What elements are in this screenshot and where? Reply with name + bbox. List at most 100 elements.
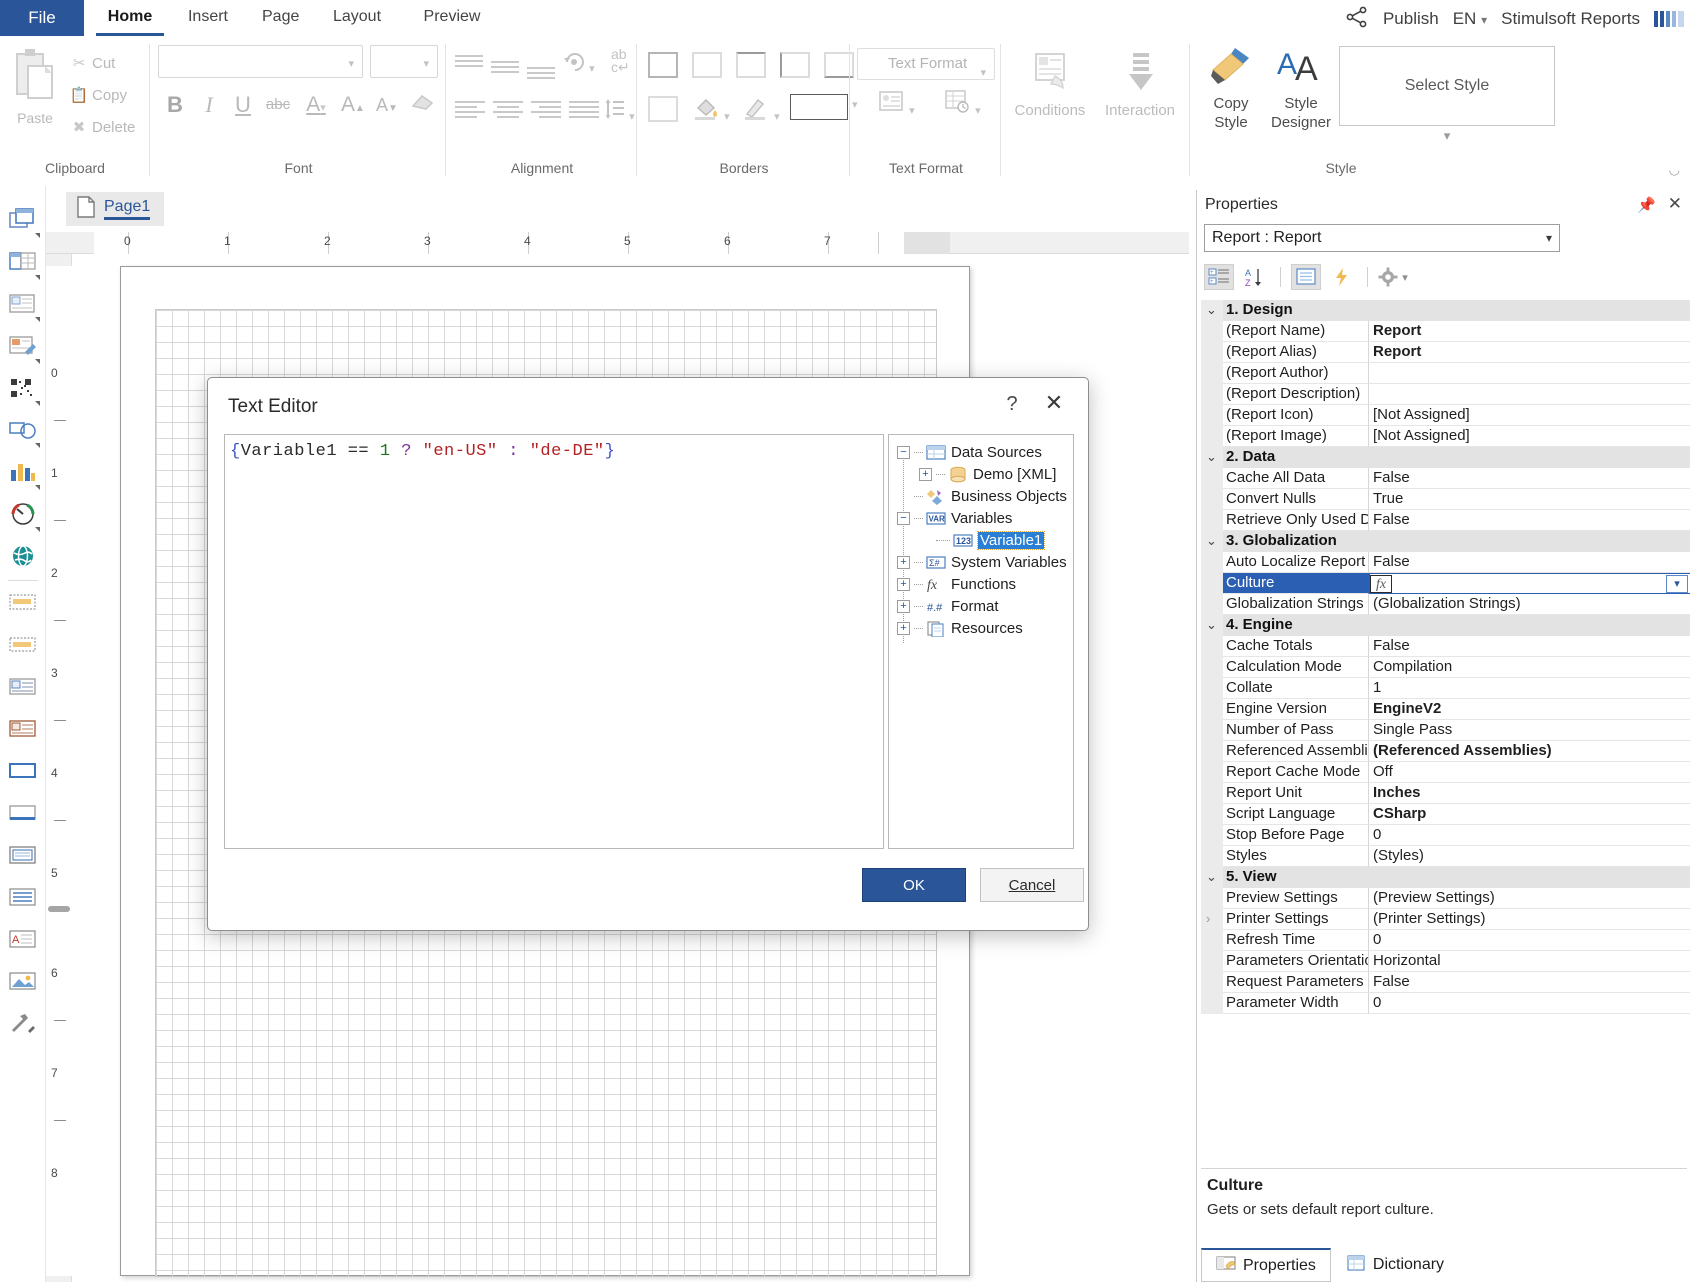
chevron-down-icon[interactable]: ⌄	[1206, 302, 1217, 318]
property-value[interactable]: Report	[1369, 342, 1690, 363]
clear-formatting-button[interactable]	[407, 88, 439, 122]
align-middle-button[interactable]	[491, 58, 519, 76]
categorized-button[interactable]: ++	[1204, 264, 1234, 290]
tree-item-functions[interactable]: + fx Functions	[897, 573, 1016, 595]
close-icon[interactable]: ✕	[1040, 390, 1068, 418]
fill-color-button[interactable]: ▾	[692, 94, 730, 124]
expand-icon[interactable]: +	[919, 468, 932, 481]
grow-font-button[interactable]: A▲	[339, 88, 367, 122]
strikeout-button[interactable]: abc	[263, 88, 293, 122]
tab-home[interactable]: Home	[96, 0, 164, 36]
property-value[interactable]: Off	[1369, 762, 1690, 783]
shrink-font-button[interactable]: A▼	[373, 88, 401, 122]
property-row[interactable]: (Report Author)	[1201, 363, 1690, 384]
tab-preview[interactable]: Preview	[410, 0, 494, 36]
font-color-button[interactable]: A▾	[297, 88, 335, 122]
property-row[interactable]: Parameter Width0	[1201, 993, 1690, 1014]
chart-icon[interactable]	[9, 460, 37, 488]
word-wrap-button[interactable]: abc↵	[611, 48, 630, 74]
select-style-gallery[interactable]: Select Style	[1339, 46, 1555, 126]
property-category-row[interactable]: ⌄5. View	[1201, 867, 1690, 888]
property-row[interactable]: Refresh Time0	[1201, 930, 1690, 951]
property-value[interactable]: (Globalization Strings)	[1369, 594, 1690, 615]
chevron-down-icon[interactable]: ⌄	[1206, 869, 1217, 885]
property-value[interactable]: Inches	[1369, 783, 1690, 804]
cross-tab-icon[interactable]	[9, 292, 37, 320]
page-icon[interactable]	[9, 208, 37, 236]
property-row[interactable]: Preview Settings(Preview Settings)	[1201, 888, 1690, 909]
shape-icon[interactable]	[9, 418, 37, 446]
tab-file[interactable]: File	[0, 0, 84, 36]
border-all-button[interactable]	[648, 52, 678, 78]
group-header-icon[interactable]	[9, 718, 37, 746]
property-value[interactable]: 0	[1369, 930, 1690, 951]
property-value[interactable]: False	[1369, 636, 1690, 657]
property-row[interactable]: (Report Icon)[Not Assigned]	[1201, 405, 1690, 426]
border-none-button[interactable]	[692, 52, 722, 78]
pin-icon[interactable]: 📌	[1637, 196, 1656, 214]
table-icon[interactable]	[9, 250, 37, 278]
property-row[interactable]: (Report Alias)Report	[1201, 342, 1690, 363]
chevron-down-icon[interactable]: ⌄	[1206, 533, 1217, 549]
ok-button[interactable]: OK	[862, 868, 966, 902]
underline-button[interactable]: U	[229, 88, 257, 122]
style-gallery-expand-icon[interactable]: ▾	[1339, 128, 1555, 144]
property-value[interactable]: (Referenced Assemblies)	[1369, 741, 1690, 762]
property-value[interactable]: EngineV2	[1369, 699, 1690, 720]
line-spacing-button[interactable]: ▾	[605, 98, 635, 124]
image-icon[interactable]	[9, 970, 37, 998]
property-row[interactable]: (Report Description)	[1201, 384, 1690, 405]
property-row[interactable]: Retrieve Only Used DataFalse	[1201, 510, 1690, 531]
chevron-down-icon[interactable]: ⌄	[1206, 449, 1217, 465]
options-gear-button[interactable]: ▾	[1378, 264, 1408, 290]
property-value[interactable]: 1	[1369, 678, 1690, 699]
interaction-button[interactable]: Interaction	[1098, 50, 1182, 119]
border-top-button[interactable]	[736, 52, 766, 78]
copy-style-button[interactable]: Copy Style	[1195, 44, 1267, 132]
paste-button[interactable]: Paste	[8, 46, 62, 126]
property-value[interactable]: (Preview Settings)	[1369, 888, 1690, 909]
tools-icon[interactable]	[9, 1012, 37, 1040]
sub-report-icon[interactable]	[9, 844, 37, 872]
data-band-icon[interactable]	[9, 676, 37, 704]
expand-icon[interactable]: +	[897, 600, 910, 613]
properties-grid[interactable]: ⌄1. Design(Report Name)Report(Report Ali…	[1201, 300, 1690, 1155]
panel-icon[interactable]	[9, 760, 37, 788]
expression-fx-icon[interactable]: fx	[1370, 575, 1392, 593]
border-left-button[interactable]	[780, 52, 810, 78]
chevron-down-icon[interactable]: ⌄	[1206, 617, 1217, 633]
property-row[interactable]: Engine VersionEngineV2	[1201, 699, 1690, 720]
property-category-row[interactable]: ⌄1. Design	[1201, 300, 1690, 321]
property-row[interactable]: Number of PassSingle Pass	[1201, 720, 1690, 741]
text-lines-icon[interactable]	[9, 886, 37, 914]
property-value[interactable]: (Styles)	[1369, 846, 1690, 867]
font-size-input[interactable]: ▾	[370, 45, 438, 78]
vruler-scroll-thumb[interactable]	[48, 906, 70, 912]
style-designer-button[interactable]: AA Style Designer	[1265, 44, 1337, 132]
footer-band-icon[interactable]	[9, 634, 37, 662]
property-row[interactable]: Script LanguageCSharp	[1201, 804, 1690, 825]
page-tab-page1[interactable]: Page1	[66, 192, 164, 226]
property-row[interactable]: Referenced Assemblies(Referenced Assembl…	[1201, 741, 1690, 762]
border-shadow-button[interactable]	[648, 96, 678, 122]
align-center-button[interactable]	[493, 98, 523, 121]
expand-icon[interactable]: +	[897, 622, 910, 635]
property-value[interactable]: 0	[1369, 993, 1690, 1014]
property-row[interactable]: Report Cache ModeOff	[1201, 762, 1690, 783]
property-row[interactable]: ›Printer Settings(Printer Settings)	[1201, 909, 1690, 930]
tab-page[interactable]: Page	[252, 0, 308, 36]
properties-view-button[interactable]	[1291, 264, 1321, 290]
conditional-format-button[interactable]: ▾	[877, 88, 915, 118]
property-value[interactable]: Compilation	[1369, 657, 1690, 678]
alphabetical-sort-button[interactable]: AZ	[1240, 264, 1270, 290]
expression-editor[interactable]: {Variable1 == 1 ? "en-US" : "de-DE"}	[224, 434, 884, 849]
property-row[interactable]: (Report Name)Report	[1201, 321, 1690, 342]
publish-button[interactable]: Publish	[1383, 9, 1439, 29]
expand-icon[interactable]: +	[897, 556, 910, 569]
collapse-icon[interactable]: −	[897, 512, 910, 525]
property-value[interactable]: [Not Assigned]	[1369, 426, 1690, 447]
property-row[interactable]: Request ParametersFalse	[1201, 972, 1690, 993]
property-row[interactable]: Parameters OrientationHorizontal	[1201, 951, 1690, 972]
gauge-icon[interactable]	[9, 502, 37, 530]
property-value[interactable]: False	[1369, 552, 1690, 573]
